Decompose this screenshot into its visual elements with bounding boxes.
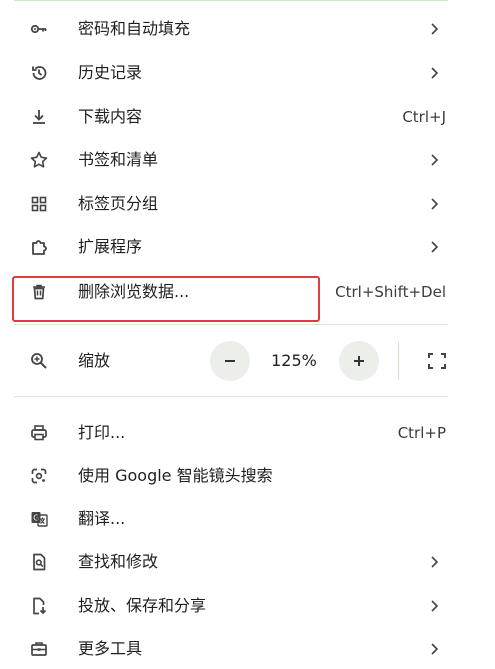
zoom-icon: [29, 351, 49, 371]
chevron-right-icon: [431, 198, 439, 210]
menu-item-label: 密码和自动填充: [78, 19, 191, 38]
chevron-right-icon: [431, 154, 439, 166]
browser-main-menu: 密码和自动填充 历史记录 下载内容 Ctrl+J 书签和清单 标签页分组 扩展程…: [0, 0, 448, 667]
menu-item-passwords-autofill[interactable]: 密码和自动填充: [0, 9, 448, 49]
menu-item-print[interactable]: 打印... Ctrl+P: [0, 413, 448, 453]
menu-item-translate[interactable]: G 翻译...: [0, 499, 448, 539]
menu-item-history[interactable]: 历史记录: [0, 53, 448, 93]
menu-item-label: 使用 Google 智能镜头搜索: [78, 466, 273, 485]
chevron-right-icon: [431, 600, 439, 612]
print-icon: [29, 423, 49, 443]
plus-icon: [354, 356, 364, 366]
chevron-right-icon: [431, 643, 439, 655]
menu-item-label: 标签页分组: [78, 194, 159, 213]
menu-divider: [14, 324, 448, 325]
download-icon: [29, 107, 49, 127]
menu-item-more-tools[interactable]: 更多工具: [0, 629, 448, 669]
extension-icon: [29, 237, 49, 257]
toolbox-icon: [29, 639, 49, 659]
menu-item-bookmarks-lists[interactable]: 书签和清单: [0, 140, 448, 180]
zoom-in-button[interactable]: [339, 341, 379, 381]
fullscreen-button[interactable]: [426, 351, 448, 371]
menu-item-downloads[interactable]: 下载内容 Ctrl+J: [0, 97, 448, 137]
menu-top-divider: [14, 0, 448, 1]
menu-item-label: 更多工具: [78, 639, 143, 658]
zoom-level: 125%: [271, 351, 317, 370]
chevron-right-icon: [431, 556, 439, 568]
menu-item-extensions[interactable]: 扩展程序: [0, 227, 448, 267]
menu-item-label: 查找和修改: [78, 552, 159, 571]
menu-item-google-lens[interactable]: 使用 Google 智能镜头搜索: [0, 456, 448, 496]
menu-item-label: 打印...: [78, 423, 126, 442]
zoom-row: 缩放 125%: [0, 338, 448, 384]
zoom-out-button[interactable]: [210, 341, 250, 381]
menu-item-label: 书签和清单: [78, 150, 159, 169]
minus-icon: [225, 360, 235, 362]
chevron-right-icon: [431, 23, 439, 35]
menu-item-label: 下载内容: [78, 107, 143, 126]
cast-save-share-icon: [29, 596, 49, 616]
menu-item-tab-groups[interactable]: 标签页分组: [0, 184, 448, 224]
menu-item-label: 翻译...: [78, 509, 126, 528]
translate-icon: G: [29, 509, 49, 529]
menu-item-label: 扩展程序: [78, 237, 143, 256]
zoom-label: 缩放: [78, 351, 111, 370]
shortcut-hint: Ctrl+J: [402, 108, 446, 126]
menu-item-find-edit[interactable]: 查找和修改: [0, 542, 448, 582]
tab-groups-icon: [29, 194, 49, 214]
history-icon: [29, 63, 49, 83]
zoom-separator: [398, 342, 399, 380]
chevron-right-icon: [431, 67, 439, 79]
menu-item-cast-save-share[interactable]: 投放、保存和分享: [0, 586, 448, 626]
google-lens-icon: [29, 466, 49, 486]
menu-divider: [14, 396, 448, 397]
menu-item-label: 历史记录: [78, 63, 143, 82]
shortcut-hint: Ctrl+P: [397, 424, 446, 442]
find-icon: [29, 552, 49, 572]
menu-item-label: 投放、保存和分享: [78, 596, 207, 615]
shortcut-hint: Ctrl+Shift+Del: [335, 283, 446, 301]
star-icon: [29, 150, 49, 170]
chevron-right-icon: [431, 241, 439, 253]
key-icon: [29, 19, 49, 39]
highlight-annotation-box: [12, 276, 320, 322]
